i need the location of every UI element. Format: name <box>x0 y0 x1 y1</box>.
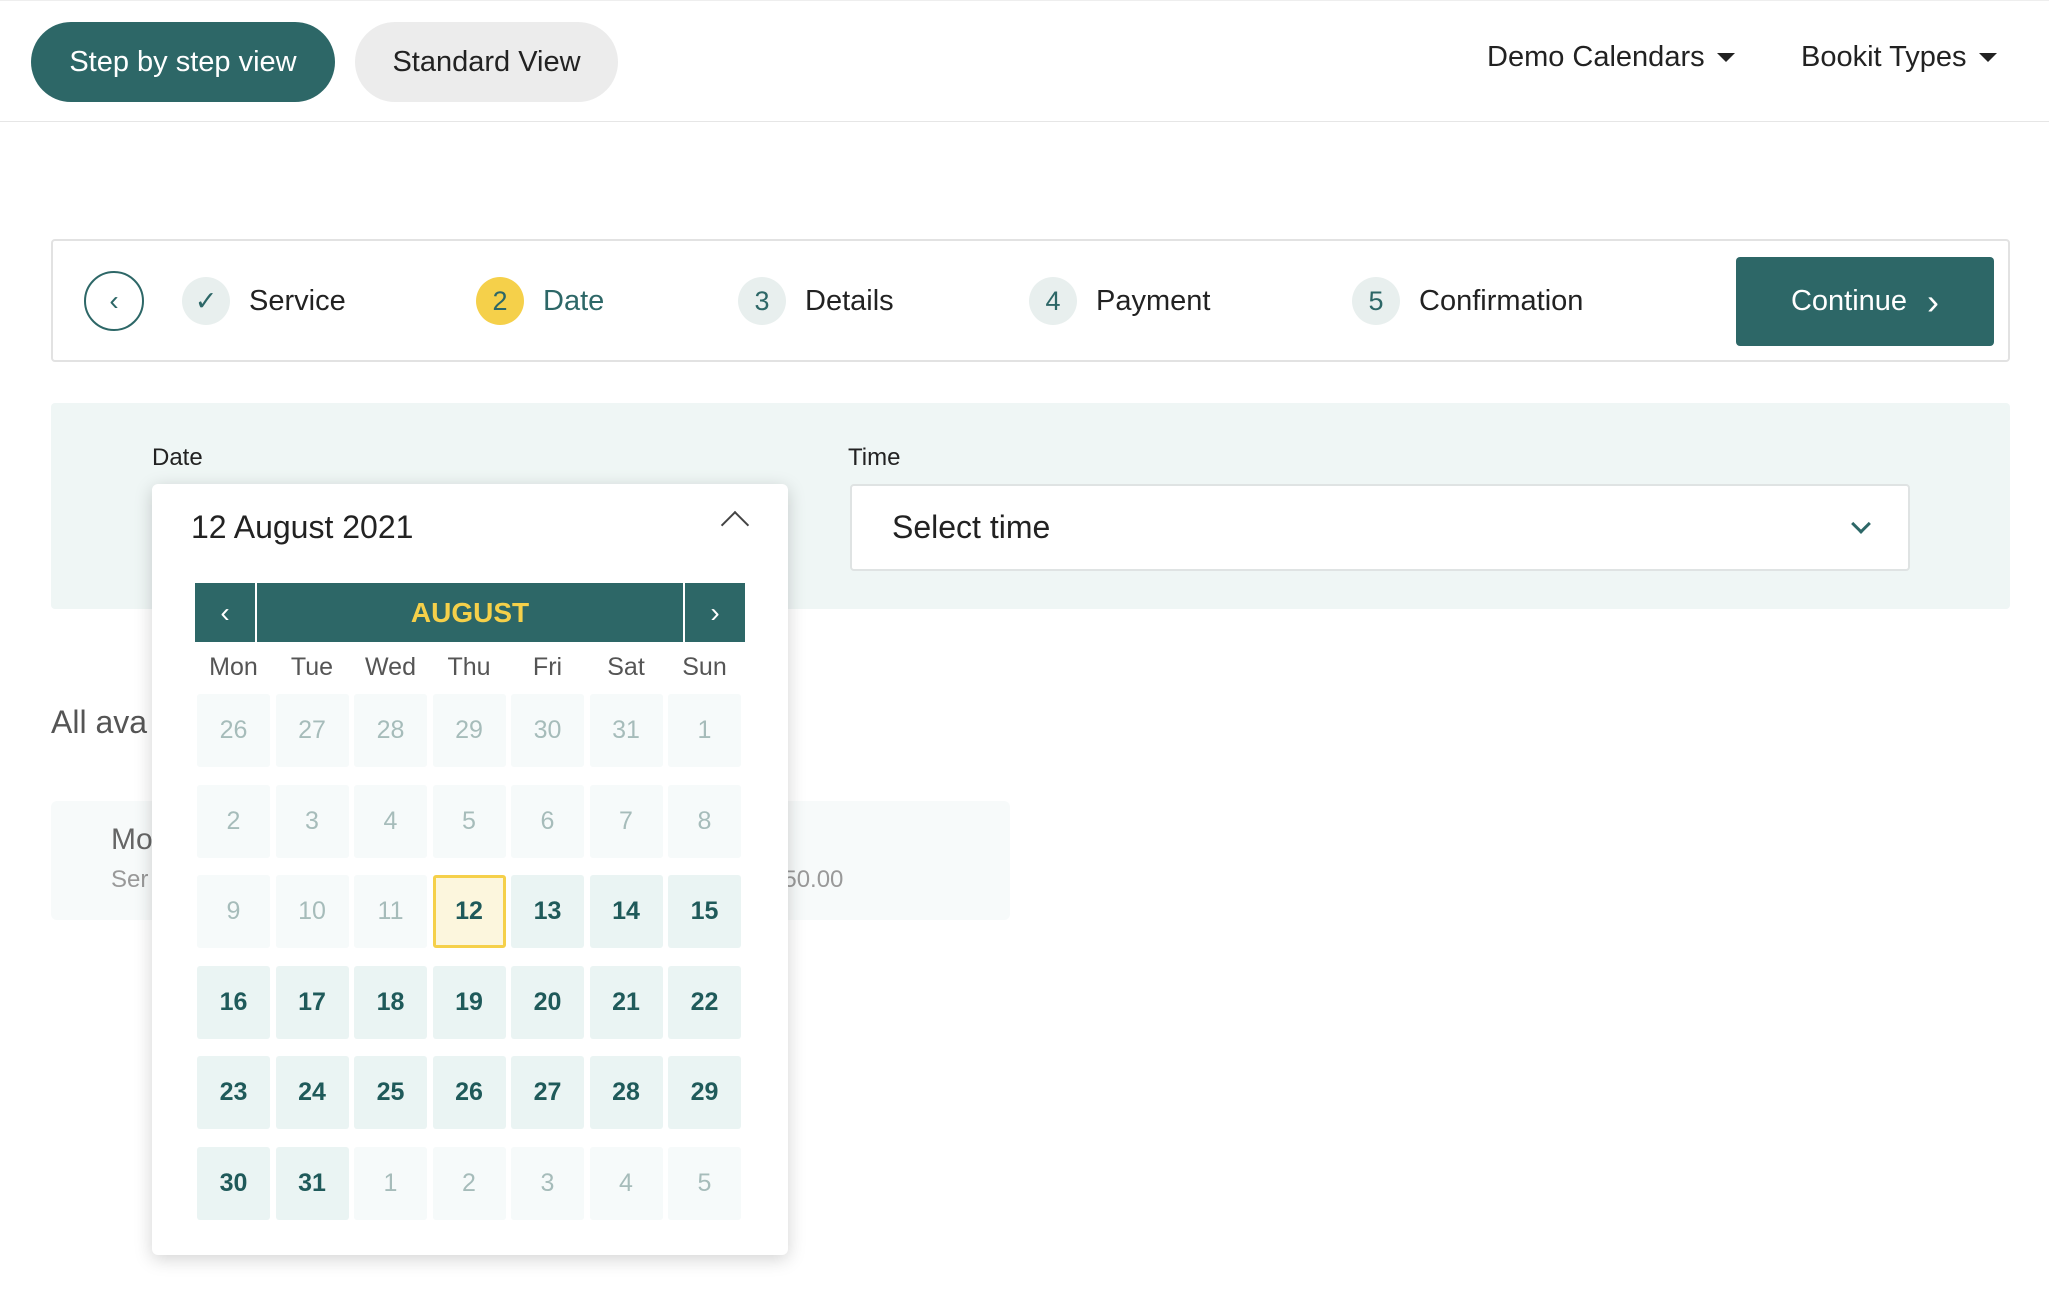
top-header: Step by step view Standard View Demo Cal… <box>0 0 2049 122</box>
continue-label: Continue <box>1790 285 1908 317</box>
weekday-header: Mon <box>209 653 258 681</box>
calendar-day[interactable]: 20 <box>511 965 584 1039</box>
selected-date-display[interactable]: 12 August 2021 <box>191 509 413 546</box>
prev-month-button[interactable]: ‹ <box>195 583 255 642</box>
calendar-day: 9 <box>197 875 270 948</box>
step-label: Details <box>805 284 894 317</box>
calendar-day[interactable]: 30 <box>197 1146 270 1220</box>
demo-calendars-dropdown[interactable]: Demo Calendars <box>1487 41 1735 74</box>
calendar-day: 8 <box>668 784 741 858</box>
calendar-day: 11 <box>354 875 427 948</box>
calendar-day: 27 <box>275 694 349 767</box>
weekday-header: Thu <box>447 653 491 681</box>
calendar-day: 1 <box>354 1146 427 1220</box>
step-number: 4 <box>1029 277 1077 325</box>
calendar-day: 3 <box>275 784 349 858</box>
calendar-day: 2 <box>432 1146 506 1220</box>
step-label: Service <box>249 284 346 317</box>
calendar-day: 3 <box>511 1146 584 1220</box>
calendar-day: 29 <box>432 694 506 767</box>
weekday-header: Sat <box>607 653 645 681</box>
step-number: 5 <box>1352 277 1400 325</box>
calendar-day: 1 <box>668 694 741 767</box>
calendar-day[interactable]: 27 <box>511 1056 584 1129</box>
calendar-day[interactable]: 29 <box>668 1056 741 1129</box>
chevron-right-icon: › <box>1927 280 1940 322</box>
chevron-left-icon: ‹ <box>109 285 119 316</box>
month-navigation: ‹ AUGUST › <box>195 583 745 642</box>
next-month-button[interactable]: › <box>685 583 745 642</box>
service-name: Mo <box>111 823 153 856</box>
calendar-day-selected[interactable]: 12 <box>432 875 506 948</box>
bookit-types-label: Bookit Types <box>1801 41 1967 73</box>
caret-down-icon <box>1716 53 1735 62</box>
calendar-day[interactable]: 22 <box>668 965 741 1039</box>
time-select[interactable]: Select time <box>850 484 1910 571</box>
calendar-day[interactable]: 16 <box>197 965 270 1039</box>
check-icon: ✓ <box>182 277 230 325</box>
service-subtitle: Ser <box>111 866 149 893</box>
demo-calendars-label: Demo Calendars <box>1487 41 1705 73</box>
calendar-day[interactable]: 18 <box>354 965 427 1039</box>
weekday-header: Wed <box>365 653 416 681</box>
calendar-day: 26 <box>197 694 270 767</box>
calendar-day[interactable]: 21 <box>589 965 663 1039</box>
step-confirmation[interactable]: 5 Confirmation <box>1352 277 1583 325</box>
step-by-step-view-button[interactable]: Step by step view <box>31 22 335 102</box>
continue-button[interactable]: Continue › <box>1736 257 1994 346</box>
calendar-day: 10 <box>275 875 349 948</box>
calendar-day[interactable]: 25 <box>354 1056 427 1129</box>
step-number: 3 <box>738 277 786 325</box>
calendar-day: 7 <box>589 784 663 858</box>
calendar-day[interactable]: 17 <box>275 965 349 1039</box>
step-number: 2 <box>476 277 524 325</box>
calendar-day: 30 <box>511 694 584 767</box>
chevron-left-icon: ‹ <box>220 596 230 628</box>
step-label: Confirmation <box>1419 284 1584 317</box>
calendar-day[interactable]: 23 <box>197 1056 270 1129</box>
weekday-header: Fri <box>532 653 563 681</box>
all-available-heading: All ava <box>51 704 148 740</box>
calendar-day[interactable]: 13 <box>511 875 584 948</box>
step-details[interactable]: 3 Details <box>738 277 894 325</box>
chevron-right-icon: › <box>710 596 720 628</box>
caret-down-icon <box>1978 53 1997 62</box>
month-name: AUGUST <box>255 583 685 642</box>
calendar-day[interactable]: 14 <box>589 875 663 948</box>
calendar-day: 31 <box>589 694 663 767</box>
calendar-day: 2 <box>197 784 270 858</box>
calendar-day[interactable]: 31 <box>275 1146 349 1220</box>
weekday-header: Sun <box>682 653 727 681</box>
bookit-types-dropdown[interactable]: Bookit Types <box>1801 41 1997 74</box>
time-select-value: Select time <box>892 509 1051 545</box>
calendar-day: 6 <box>511 784 584 858</box>
calendar-day[interactable]: 28 <box>589 1056 663 1129</box>
calendar-day: 5 <box>432 784 506 858</box>
calendar-day: 4 <box>354 784 427 858</box>
time-label: Time <box>848 444 901 471</box>
calendar-day[interactable]: 24 <box>275 1056 349 1129</box>
step-payment[interactable]: 4 Payment <box>1029 277 1210 325</box>
calendar-day: 4 <box>589 1146 663 1220</box>
calendar-day[interactable]: 26 <box>432 1056 506 1129</box>
calendar-day: 28 <box>354 694 427 767</box>
date-label: Date <box>152 444 203 471</box>
step-service[interactable]: ✓ Service <box>182 277 346 325</box>
step-date[interactable]: 2 Date <box>476 277 604 325</box>
back-button[interactable]: ‹ <box>84 271 144 331</box>
calendar-day[interactable]: 15 <box>668 875 741 948</box>
step-label: Payment <box>1096 284 1211 317</box>
standard-view-button[interactable]: Standard View <box>355 22 618 102</box>
step-label: Date <box>543 284 605 317</box>
calendar-day[interactable]: 19 <box>432 965 506 1039</box>
calendar-day: 5 <box>668 1146 741 1220</box>
chevron-down-icon <box>1851 513 1871 534</box>
weekday-header: Tue <box>290 653 334 681</box>
